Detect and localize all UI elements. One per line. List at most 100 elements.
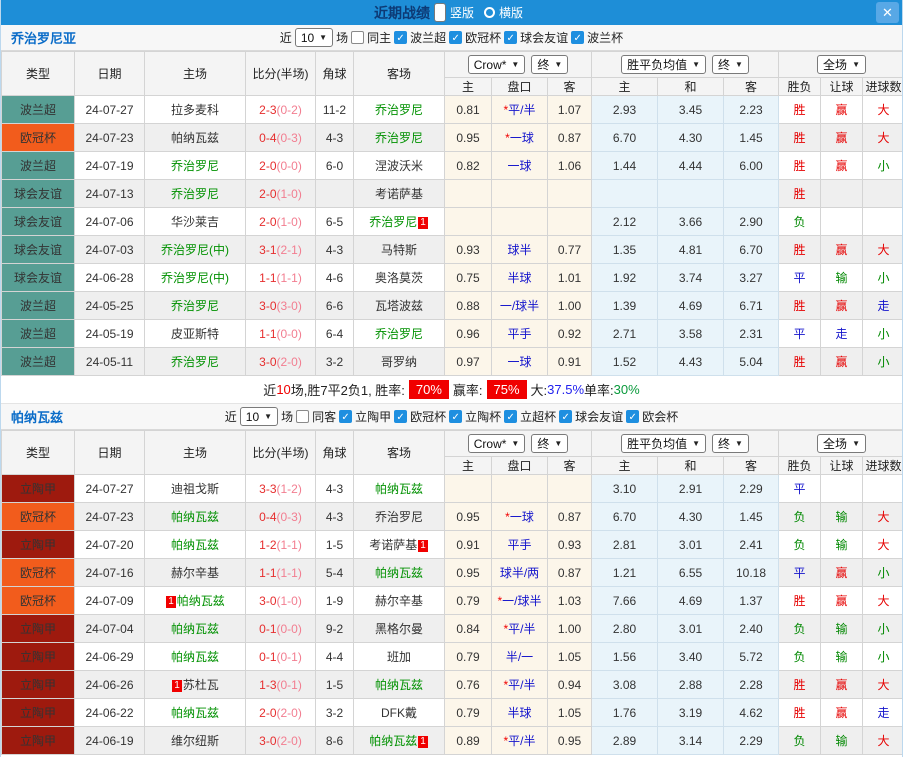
subcolumn-header-1: 盘口 — [491, 77, 548, 96]
result-label: 胜 — [793, 706, 806, 720]
corner-score: 4-6 — [315, 263, 354, 292]
avg-select[interactable]: 胜平负均值 ▼ — [621, 55, 706, 74]
handicap-name: *平/半 — [491, 614, 548, 643]
match-date: 24-07-16 — [74, 558, 145, 587]
corner-score: 4-3 — [315, 474, 354, 503]
avg-home-odds: 2.80 — [591, 614, 658, 643]
league-checkbox-0[interactable]: ✓ — [394, 31, 408, 44]
avg-away-odds: 2.23 — [722, 95, 780, 124]
crow-home-odds: 0.79 — [444, 698, 492, 727]
handicap-name: *一/球半 — [491, 586, 548, 615]
avg-select[interactable]: 胜平负均值 ▼ — [621, 434, 706, 453]
crow-away-odds: 1.00 — [547, 614, 592, 643]
score-cell: 3-0(3-0) — [245, 291, 316, 320]
column-header-1: 日期 — [74, 430, 145, 475]
league-checkbox-4[interactable]: ✓ — [559, 410, 573, 423]
half-score: (2-1) — [276, 242, 302, 257]
score-cell: 1-1(1-1) — [245, 558, 316, 587]
final-odds-select[interactable]: 终 ▼ — [531, 55, 569, 74]
crow-away-odds: 1.06 — [547, 151, 592, 180]
away-team: 赫尔辛基 — [353, 586, 445, 615]
vertical-layout-radio[interactable] — [433, 3, 446, 22]
same-venue-checkbox[interactable] — [351, 31, 365, 44]
handicap-name: 一球 — [491, 347, 548, 376]
crow-select[interactable]: Crow* ▼ — [467, 434, 526, 453]
crow-home-odds: 0.76 — [444, 670, 492, 699]
avg-away-odds: 5.04 — [722, 347, 780, 376]
team-label: 考诺萨基 — [374, 187, 423, 201]
subcolumn-header-4: 和 — [657, 77, 724, 96]
column-header-0: 类型 — [1, 430, 75, 475]
avg-home-odds: 7.66 — [591, 586, 658, 615]
result-label: 小 — [877, 650, 890, 664]
league-checkbox-3[interactable]: ✓ — [504, 410, 518, 423]
chevron-down-icon: ▼ — [692, 60, 700, 69]
handicap-label: 一球 — [509, 510, 534, 524]
fullmatch-select[interactable]: 全场 ▼ — [817, 55, 866, 74]
team-label: 乔治罗尼(中) — [161, 243, 229, 257]
full-score: 0-4 — [259, 130, 277, 145]
away-team: 帕纳瓦兹 — [353, 558, 445, 587]
league-checkbox-0[interactable]: ✓ — [339, 410, 353, 423]
recent-count-value: 10 — [245, 409, 260, 424]
team-label: 乔治罗尼 — [369, 215, 418, 229]
score-cell: 1-2(1-1) — [245, 530, 316, 559]
crow-home-odds: 0.95 — [444, 502, 492, 531]
team-label: 乔治罗尼 — [374, 103, 423, 117]
final-odds-select-2[interactable]: 终 ▼ — [712, 55, 749, 74]
section-header: 乔治罗尼亚近 10 ▼ 场同主 ✓ 波兰超 ✓ 欧冠杯 ✓ 球会友谊 ✓ 波兰杯 — [1, 25, 902, 51]
crow-home-odds: 0.96 — [444, 319, 492, 348]
column-header-5: 客场 — [353, 51, 445, 96]
horizontal-layout-radio[interactable] — [484, 7, 495, 18]
result-outcome: 平 — [778, 474, 822, 503]
subcolumn-header-6: 胜负 — [778, 456, 822, 475]
league-checkbox-1[interactable]: ✓ — [449, 31, 463, 44]
chevron-down-icon: ▼ — [554, 60, 563, 69]
league-checkbox-2[interactable]: ✓ — [504, 31, 518, 44]
home-team: 拉多麦科 — [144, 95, 246, 124]
full-score: 2-0 — [259, 158, 277, 173]
team-label: 赫尔辛基 — [170, 566, 219, 580]
crow-home-odds: 0.89 — [444, 726, 492, 755]
corner-score: 3-2 — [315, 347, 354, 376]
league-checkbox-3[interactable]: ✓ — [571, 31, 585, 44]
final-odds-select[interactable]: 终 ▼ — [531, 434, 569, 453]
summary-text: 赢率: — [452, 383, 483, 398]
avg-draw-odds: 3.58 — [657, 319, 724, 348]
crow-away-odds: 1.03 — [547, 586, 592, 615]
half-score: (0-0) — [276, 158, 302, 173]
team-label: 瓦塔波兹 — [374, 299, 423, 313]
result-handicap — [820, 474, 864, 503]
same-venue-checkbox[interactable] — [296, 410, 310, 423]
crow-home-odds: 0.95 — [444, 558, 492, 587]
recent-count-value: 10 — [300, 30, 315, 45]
league-badge: 波兰超 — [1, 319, 75, 348]
fullmatch-select[interactable]: 全场 ▼ — [817, 434, 866, 453]
match-row: 波兰超 24-05-11 乔治罗尼 3-0(2-0) 3-2 哥罗纳 0.97 一球 0.91 1… — [1, 347, 902, 376]
chevron-down-icon: ▼ — [511, 439, 520, 448]
handicap-name: 一/球半 — [491, 291, 548, 320]
close-button[interactable]: ✕ — [876, 2, 899, 23]
handicap-label: 球半 — [507, 243, 532, 257]
away-team: 乔治罗尼 1 — [353, 207, 445, 236]
score-cell: 1-1(0-0) — [245, 319, 316, 348]
league-checkbox-1[interactable]: ✓ — [394, 410, 408, 423]
corner-score: 5-4 — [315, 558, 354, 587]
crow-select[interactable]: Crow* ▼ — [467, 55, 526, 74]
avg-draw-odds: 6.55 — [657, 558, 724, 587]
avg-home-odds: 1.92 — [591, 263, 658, 292]
league-checkbox-5[interactable]: ✓ — [626, 410, 640, 423]
away-team: 马特斯 — [353, 235, 445, 264]
league-badge: 立陶甲 — [1, 698, 75, 727]
league-checkbox-label: 球会友谊 — [520, 31, 569, 45]
match-row: 欧冠杯 24-07-09 1 帕纳瓦兹 3-0(1-0) 1-9 赫尔辛基 0.79 *一/球半… — [1, 586, 902, 615]
column-header-3: 比分(半场) — [245, 51, 316, 96]
recent-count-select[interactable]: 10 ▼ — [294, 28, 334, 47]
full-score: 1-1 — [259, 326, 277, 341]
recent-count-select[interactable]: 10 ▼ — [239, 407, 279, 426]
half-score: (1-1) — [276, 565, 302, 580]
handicap-name: 平手 — [491, 319, 548, 348]
result-outcome: 胜 — [778, 235, 822, 264]
league-checkbox-2[interactable]: ✓ — [449, 410, 463, 423]
final-odds-select-2[interactable]: 终 ▼ — [712, 434, 749, 453]
